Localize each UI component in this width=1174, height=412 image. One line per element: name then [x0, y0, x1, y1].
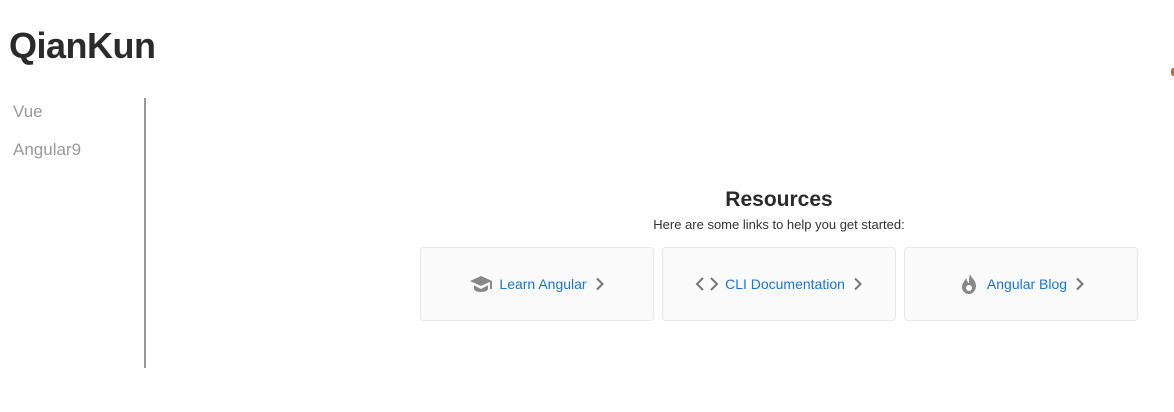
code-icon	[695, 272, 719, 296]
sidebar-item-vue[interactable]: Vue	[13, 102, 43, 122]
resources-section: Resources Here are some links to help yo…	[420, 186, 1138, 321]
resources-subtitle: Here are some links to help you get star…	[653, 217, 905, 232]
sidebar-nav: Vue Angular9	[0, 98, 146, 368]
sidebar-item-angular9[interactable]: Angular9	[13, 140, 81, 160]
learn-angular-card[interactable]: Learn Angular	[420, 247, 654, 321]
page: QianKun Vue Angular9 Resources Here are …	[0, 0, 1174, 412]
learn-angular-label: Learn Angular	[499, 276, 587, 292]
chevron-right-icon	[853, 277, 863, 291]
cli-documentation-card[interactable]: CLI Documentation	[662, 247, 896, 321]
graduation-cap-icon	[469, 272, 493, 296]
chevron-right-icon	[595, 277, 605, 291]
cli-documentation-label: CLI Documentation	[725, 276, 845, 292]
flame-icon	[957, 272, 981, 296]
chevron-right-icon	[1075, 277, 1085, 291]
resources-title: Resources	[725, 188, 833, 211]
app-title: QianKun	[9, 25, 156, 66]
resource-cards: Learn Angular CLI Documentation Angular …	[420, 247, 1138, 321]
angular-blog-label: Angular Blog	[986, 276, 1068, 292]
angular-blog-card[interactable]: Angular Blog	[904, 247, 1138, 321]
